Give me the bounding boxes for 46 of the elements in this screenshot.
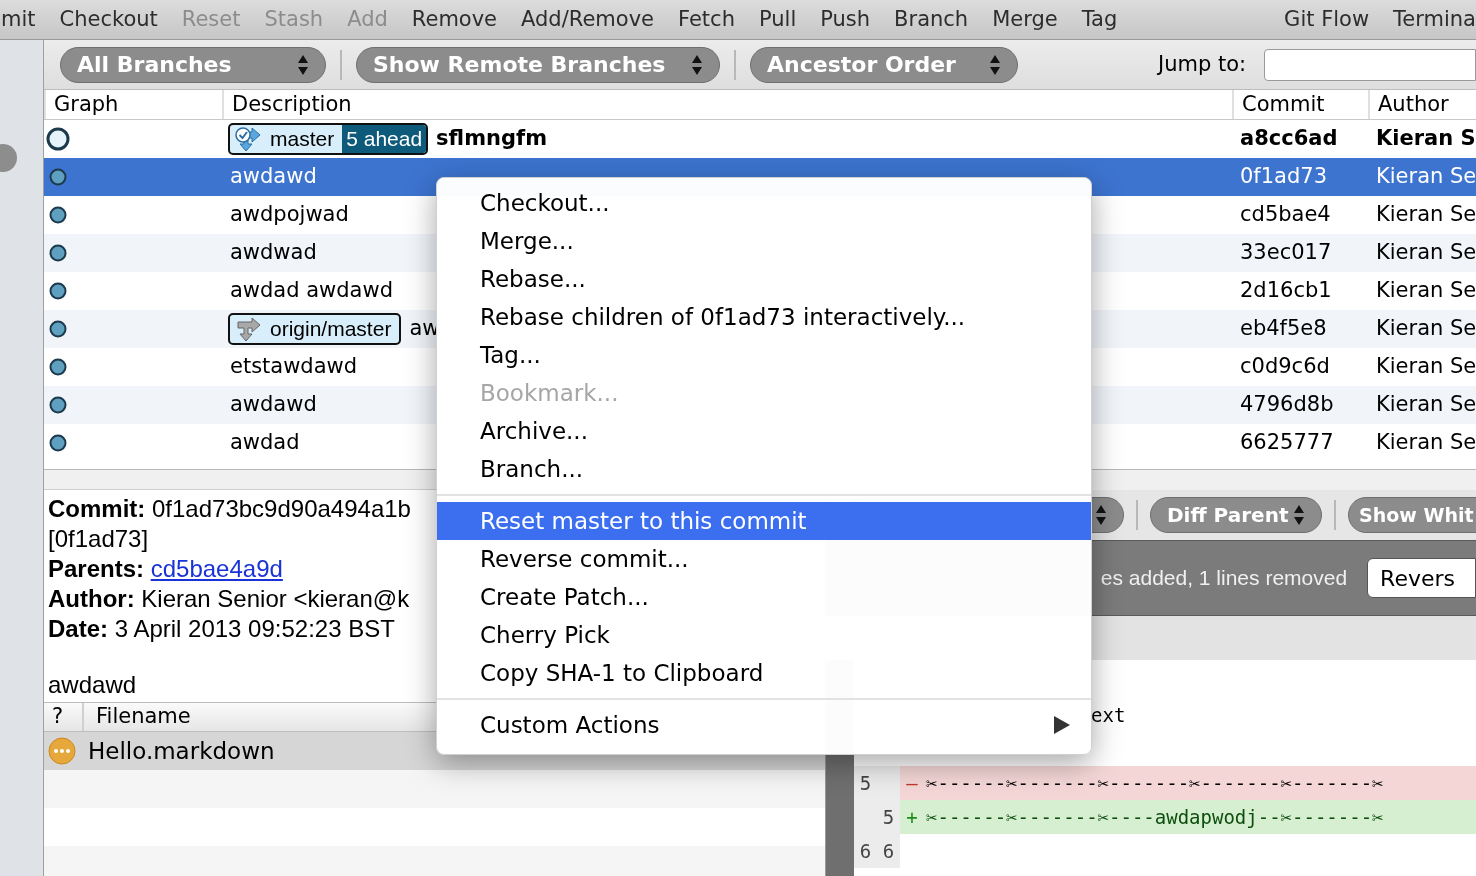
detail-line: [0f1ad73]: [48, 524, 149, 554]
commit-message: awdad: [229, 429, 300, 457]
commit-hash: eb4f5e8: [1239, 315, 1328, 343]
jump-to-label: Jump to:: [1158, 50, 1247, 78]
author-name: Kieran Se: [1375, 163, 1476, 191]
commit-hash: c0d9c6d: [1239, 353, 1331, 381]
author-name: Kieran Se: [1375, 315, 1476, 343]
commit-message: awdpojwad: [229, 201, 349, 229]
commit-hash: cd5bae4: [1239, 201, 1332, 229]
author-name: Kieran Se: [1375, 239, 1476, 267]
commit-message-text: awdawd: [48, 672, 137, 698]
author-name: Kieran Se: [1375, 429, 1476, 457]
branch-name: origin/master: [270, 316, 392, 343]
commit-hash: 4796d8b: [1239, 391, 1335, 419]
line-number: 5: [877, 800, 900, 834]
author-name: Kieran S: [1375, 125, 1476, 153]
diff-sign: –: [905, 770, 919, 796]
line-number: 6: [877, 834, 900, 868]
commit-message: awdawd: [229, 163, 317, 191]
commit-hash: a8cc6ad: [1239, 125, 1339, 153]
commit-message: sflmngfm: [436, 125, 548, 153]
ahead-count: 5 ahead: [342, 125, 427, 153]
author-name: Kieran Se: [1375, 201, 1476, 229]
line-number: 6: [854, 834, 877, 868]
commit-hash: 0f1ad73: [1239, 163, 1329, 191]
line-number: 5: [854, 766, 877, 800]
author-name: Kieran Se: [1375, 353, 1476, 381]
commit-hash: 2d16cb1: [1239, 277, 1333, 305]
author-name: Kieran Se: [1375, 391, 1476, 419]
commit-message: awdwad: [229, 239, 317, 267]
commit-hash: 33ec017: [1239, 239, 1333, 267]
commit-hash: 6625777: [1239, 429, 1335, 457]
detail-line: Author: Kieran Senior <kieran@k: [48, 584, 410, 614]
diff-text: ✂------✂-------✂----awdapwodj--✂-------✂: [925, 804, 1384, 830]
commit-message: etstawdawd: [229, 353, 358, 381]
detail-line: Parents: cd5bae4a9d: [48, 554, 283, 584]
branch-name: master: [270, 126, 335, 153]
diff-sign: +: [905, 804, 919, 830]
diff-text: ✂------✂-------✂-------✂-------✂-------✂: [925, 770, 1384, 796]
diff-summary: es added, 1 lines removed: [1100, 565, 1348, 592]
commit-message: awdad awdawd: [229, 277, 393, 305]
detail-line: Commit: 0f1ad73bc9d90a494a1b: [48, 494, 411, 524]
diff-text: ext: [1090, 702, 1126, 728]
detail-line: Date: 3 April 2013 09:52:23 BST: [48, 614, 395, 644]
commit-message: awdawd: [229, 391, 317, 419]
author-name: Kieran Se: [1375, 277, 1476, 305]
